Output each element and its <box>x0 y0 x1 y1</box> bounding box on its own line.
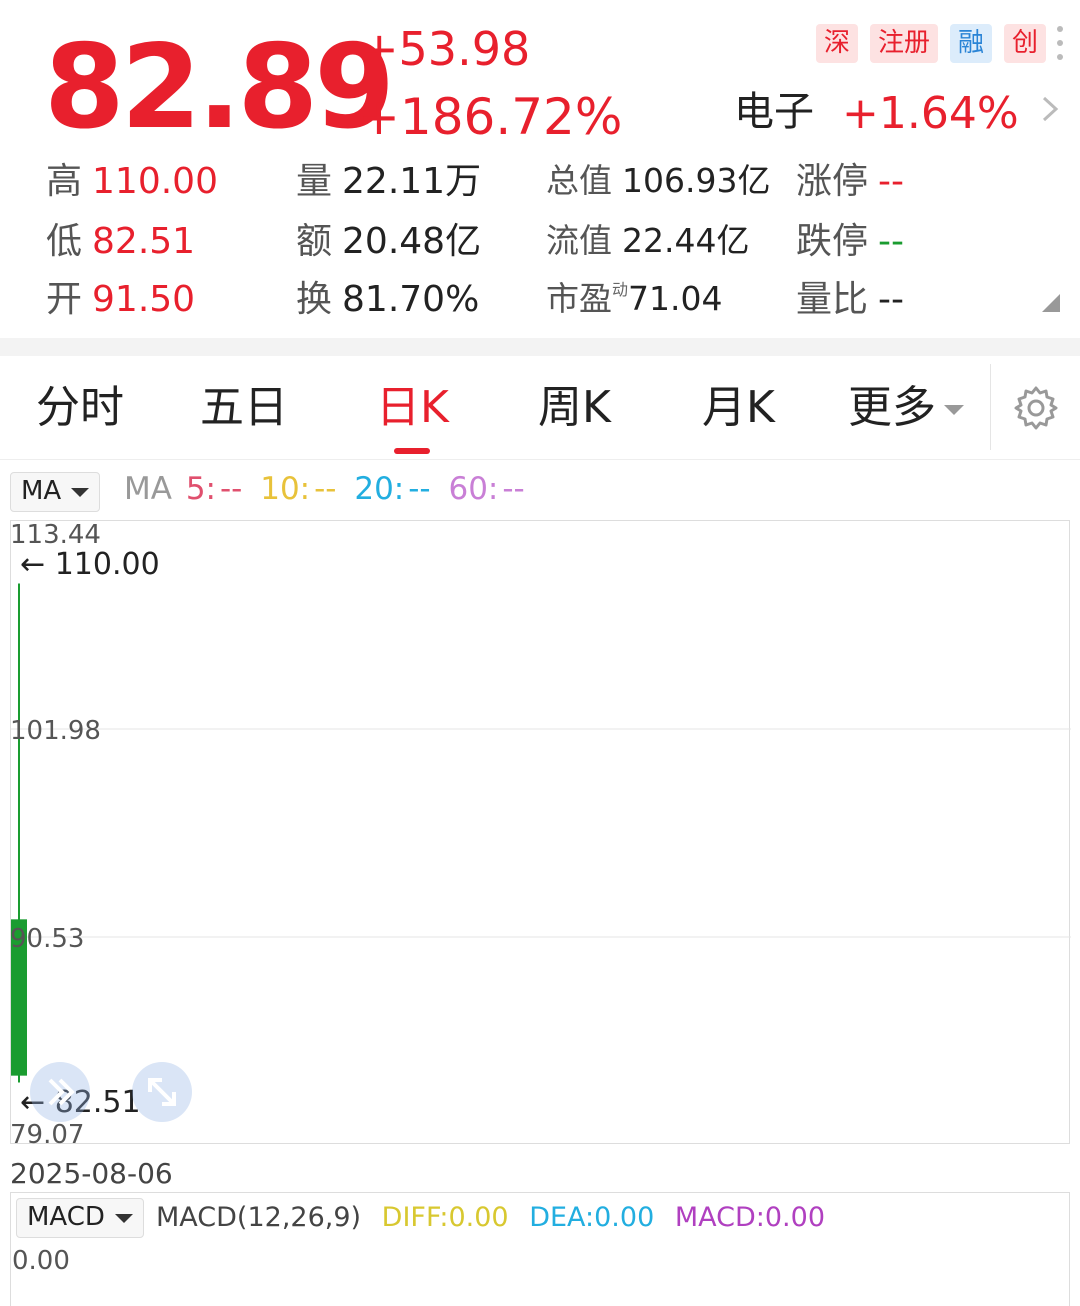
macd-legend: MACD(12,26,9) DIFF:0.00 DEA:0.00 MACD:0.… <box>156 1202 825 1233</box>
chevron-right-icon[interactable] <box>1040 94 1060 124</box>
active-tab-indicator <box>394 448 430 454</box>
badge-registration: 注册 <box>869 24 938 64</box>
y-axis-tick-top: 113.44 <box>10 520 101 550</box>
badge-chinext: 创 <box>1003 24 1046 64</box>
sector-change[interactable]: +1.64% <box>842 92 1019 136</box>
kline-chart[interactable] <box>10 520 1071 1144</box>
y-axis-tick-2: 101.98 <box>10 716 101 746</box>
stat-amount: 额 20.48亿 <box>296 221 482 262</box>
more-options-icon[interactable] <box>1056 26 1064 62</box>
stat-float-cap: 流值 22.44亿 <box>546 221 750 260</box>
stat-limit-down: 跌停 -- <box>796 221 904 262</box>
stat-limit-up: 涨停 -- <box>796 161 904 202</box>
tab-five-day[interactable]: 五日 <box>200 386 288 430</box>
stock-badges: 深 注册 融 创 <box>815 24 1046 64</box>
expand-diagonal-icon <box>148 1078 176 1106</box>
stat-pe: 市盈动71.04 <box>546 279 723 318</box>
stat-volume: 量 22.11万 <box>296 161 482 202</box>
last-price: 82.89 <box>44 20 395 155</box>
tab-more[interactable]: 更多 <box>848 386 964 430</box>
arrow-left-icon: ← <box>20 547 46 582</box>
chart-period-tabs: 分时 五日 日K 周K 月K 更多 <box>0 356 1080 460</box>
sub-indicator-select[interactable]: MACD <box>16 1198 144 1238</box>
fast-forward-button[interactable] <box>30 1062 90 1122</box>
tab-intraday[interactable]: 分时 <box>36 386 124 430</box>
ma-legend: MA 5: -- 10: -- 20: -- 60: -- <box>124 471 525 507</box>
stat-high: 高 110.00 <box>46 161 218 202</box>
tab-weekly-k[interactable]: 周K <box>538 386 611 430</box>
price-change-percent: +186.72% <box>358 88 623 146</box>
stat-turnover: 换 81.70% <box>296 279 480 320</box>
main-indicator-select[interactable]: MA <box>10 472 101 512</box>
stat-open: 开 91.50 <box>46 279 196 320</box>
macd-axis-zero: 0.00 <box>12 1246 70 1276</box>
kline-svg <box>11 583 1071 1083</box>
tab-monthly-k[interactable]: 月K <box>702 386 775 430</box>
date-label: 2025-08-06 <box>10 1157 173 1190</box>
badge-shenzhen: 深 <box>815 24 858 64</box>
caret-down-icon <box>944 405 964 415</box>
gear-icon[interactable] <box>1012 384 1060 432</box>
badge-margin: 融 <box>949 24 992 64</box>
expand-stats-icon[interactable] <box>1042 294 1060 312</box>
tab-separator <box>990 364 991 450</box>
price-change: +53.98 <box>360 22 531 76</box>
stat-total-cap: 总值 106.93亿 <box>546 161 771 200</box>
section-divider <box>0 338 1080 356</box>
tab-daily-k[interactable]: 日K <box>376 386 449 430</box>
caret-down-icon <box>114 1213 133 1223</box>
fullscreen-button[interactable] <box>132 1062 192 1122</box>
double-chevron-right-icon <box>48 1078 75 1106</box>
y-axis-tick-3: 90.53 <box>10 924 85 954</box>
stat-volume-ratio: 量比 -- <box>796 279 904 320</box>
stat-low: 低 82.51 <box>46 221 196 262</box>
high-marker: ← 110.00 <box>20 547 160 582</box>
y-axis-tick-bottom: 79.07 <box>10 1120 85 1150</box>
sector-name[interactable]: 电子 <box>734 92 814 132</box>
caret-down-icon <box>71 487 90 497</box>
